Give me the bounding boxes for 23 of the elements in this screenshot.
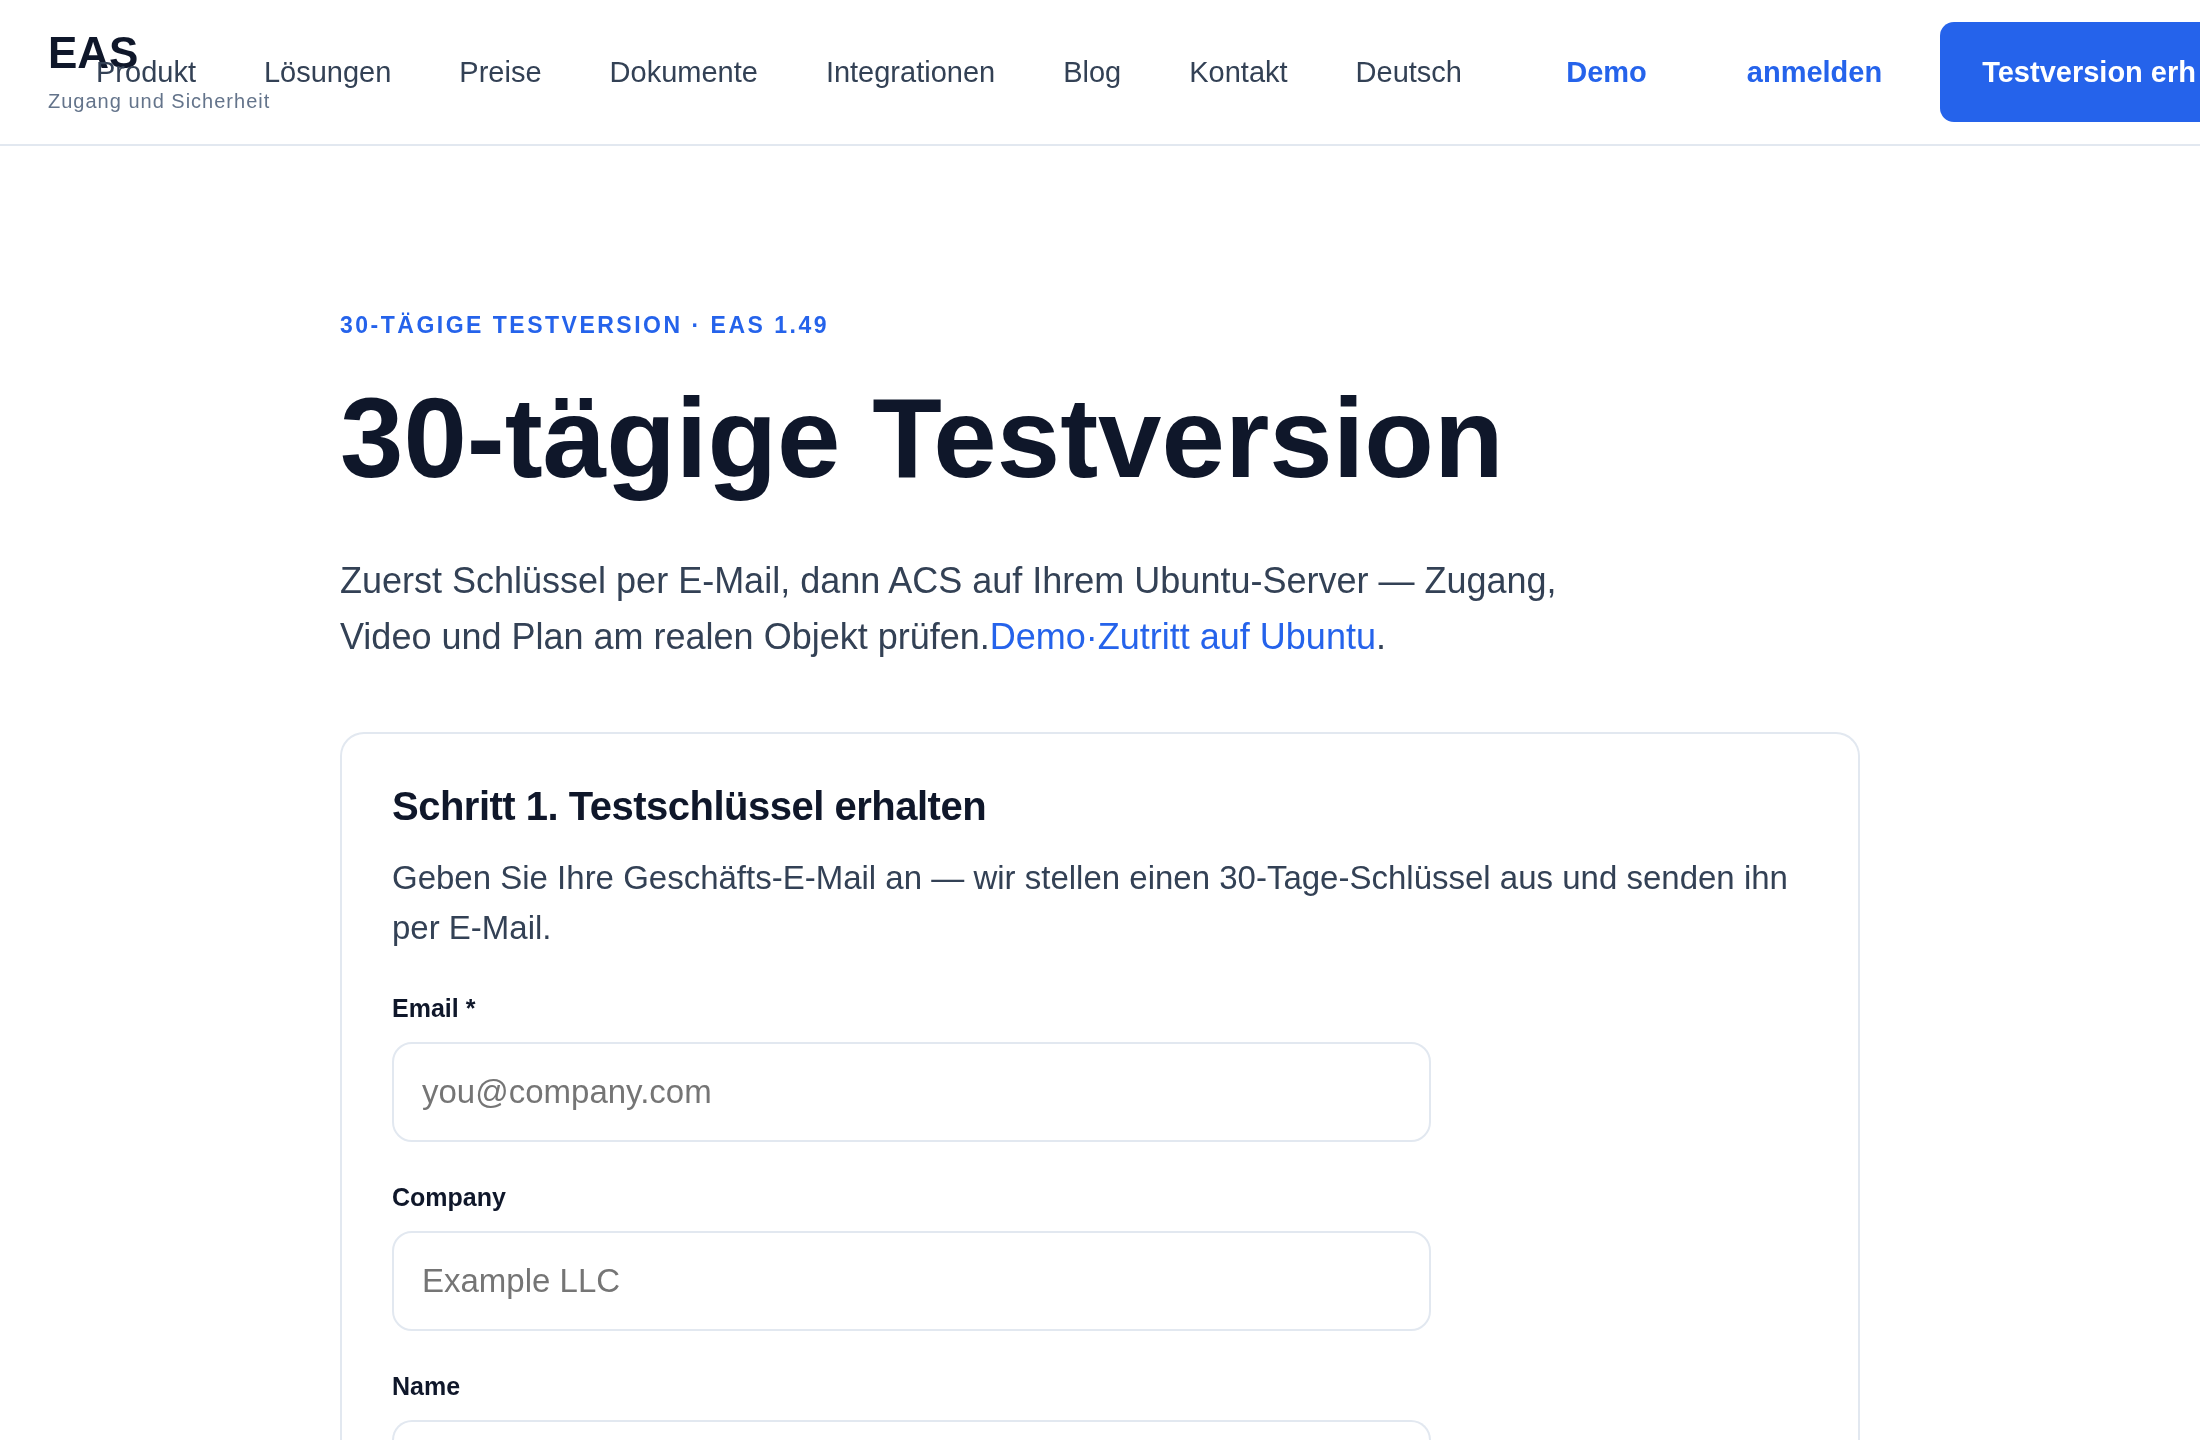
page-title: 30-tägige Testversion	[340, 375, 1504, 500]
eyebrow-text: 30-TÄGIGE TESTVERSION · EAS 1.49	[340, 311, 829, 340]
inline-link[interactable]: Demo·Zutritt auf Ubuntu	[989, 616, 1376, 657]
nav-link[interactable]: anmelden	[1746, 54, 1883, 90]
nav-link[interactable]: Preise	[459, 54, 542, 90]
trial-button[interactable]: Testversion erh	[1940, 22, 2200, 122]
intro-paragraph: Zuerst Schlüssel per E-Mail, dann ACS auf Ihrem Ubuntu-Server — Zugang, Video und Plan am realen Objekt prüfen.Demo·Zutritt auf Ubuntu.	[340, 559, 1558, 659]
nav-link[interactable]: Lösungen	[263, 54, 392, 90]
input-field[interactable]: Example LLC	[392, 1231, 1431, 1331]
field-label: Email *	[392, 993, 476, 1024]
nav-link[interactable]: Blog	[1063, 54, 1122, 90]
input-field[interactable]	[392, 1420, 1431, 1440]
field-label: Company	[392, 1182, 506, 1213]
field-label: Name	[392, 1371, 461, 1402]
nav-link[interactable]: Deutsch	[1355, 54, 1462, 90]
card-description: Geben Sie Ihre Geschäfts-E-Mail an — wir stellen einen 30-Tage-Schlüssel aus und senden ihn per E-Mail.	[392, 858, 1789, 948]
card-title: Schritt 1. Testschlüssel erhalten	[392, 783, 987, 830]
nav-link[interactable]: Kontakt	[1189, 54, 1288, 90]
nav-link[interactable]: Dokumente	[609, 54, 758, 90]
logo-tagline: Zugang und Sicherheit	[48, 89, 271, 113]
nav-link[interactable]: Integrationen	[825, 54, 996, 90]
nav-link[interactable]: Demo	[1566, 54, 1647, 90]
input-field[interactable]: you@company.com	[392, 1042, 1431, 1142]
